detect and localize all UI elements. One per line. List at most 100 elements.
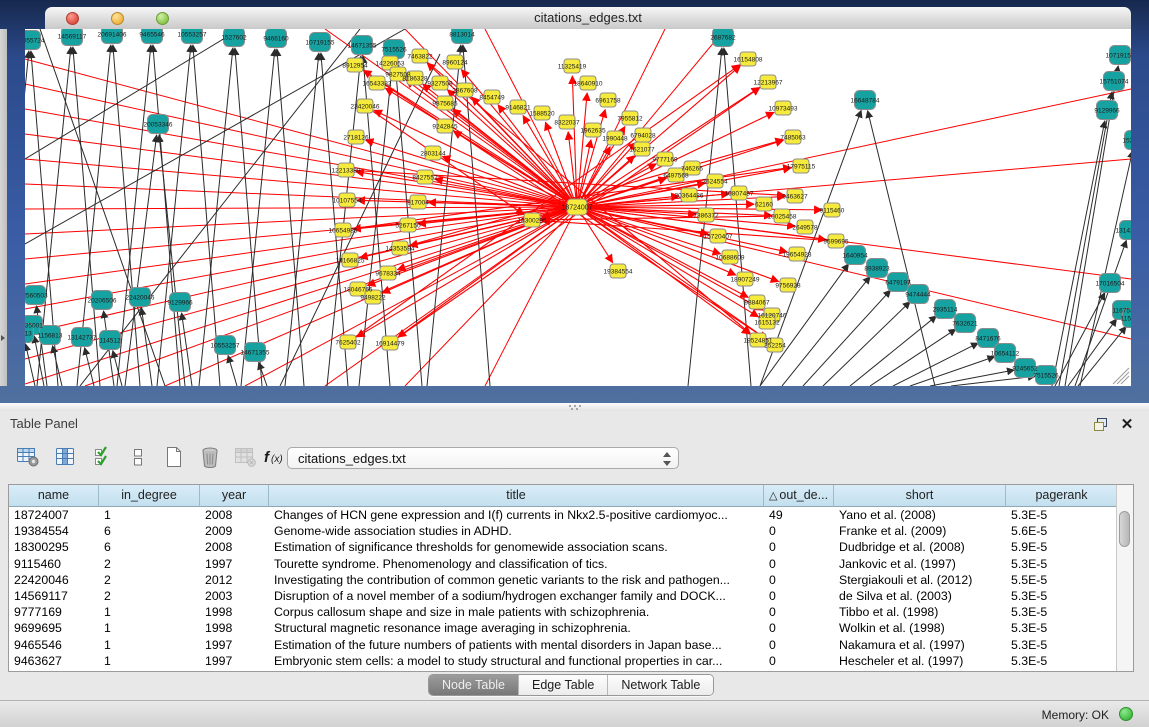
vertical-scrollbar[interactable] bbox=[1116, 485, 1133, 671]
graph-node-label: 2867608 bbox=[452, 87, 478, 94]
table-cell: Hescheler et al. (1997) bbox=[834, 653, 1006, 669]
column-header-name[interactable]: name bbox=[9, 485, 99, 507]
column-header-in_degree[interactable]: in_degree bbox=[99, 485, 200, 507]
network-canvas[interactable]: 1405572414569117206914069465546105532571… bbox=[25, 29, 1131, 386]
new-column-button[interactable] bbox=[160, 444, 188, 474]
tab-node-table[interactable]: Node Table bbox=[429, 675, 519, 695]
table-panel-header: Table Panel ✕ bbox=[0, 411, 1149, 437]
column-header-label: year bbox=[222, 488, 246, 502]
column-header-out_de[interactable]: △out_de... bbox=[764, 485, 834, 507]
disabled-table-icon bbox=[234, 446, 258, 473]
graph-node-label: 10553257 bbox=[178, 31, 207, 38]
column-header-pagerank[interactable]: pagerank bbox=[1006, 485, 1118, 507]
graph-node-label: 8960124 bbox=[442, 59, 468, 66]
table-cell: 9777169 bbox=[9, 604, 99, 620]
graph-node-label: 9474444 bbox=[905, 291, 931, 298]
graph-node-label: 1156813 bbox=[38, 332, 63, 339]
graph-edge bbox=[803, 290, 891, 386]
graph-node-label: 9242845 bbox=[432, 123, 458, 130]
graph-node-label: 9756928 bbox=[775, 282, 801, 289]
delete-table-button[interactable] bbox=[232, 444, 260, 474]
graph-node-label: 7463822 bbox=[407, 53, 433, 60]
graph-edge bbox=[141, 308, 152, 386]
table-mode-button[interactable] bbox=[14, 444, 42, 474]
column-header-short[interactable]: short bbox=[834, 485, 1006, 507]
table-row[interactable]: 1830029562008Estimation of significance … bbox=[9, 539, 1118, 555]
table-row[interactable]: 2242004622012Investigating the contribut… bbox=[9, 572, 1118, 588]
show-columns-button[interactable] bbox=[52, 444, 80, 474]
float-panel-button[interactable] bbox=[1091, 414, 1111, 434]
graph-node-label: 20691406 bbox=[98, 31, 127, 38]
table-cell: 2003 bbox=[200, 588, 269, 604]
graph-node-label: 10973493 bbox=[769, 105, 798, 112]
graph-node-label: 14569117 bbox=[58, 33, 87, 40]
column-header-label: name bbox=[38, 488, 69, 502]
graph-node-label: 14671355 bbox=[348, 42, 377, 49]
table-cell: 0 bbox=[764, 604, 834, 620]
table-row[interactable]: 977716911998Corpus callosum shape and si… bbox=[9, 604, 1118, 620]
table-cell: 0 bbox=[764, 653, 834, 669]
graph-node-label: 16914479 bbox=[376, 340, 405, 347]
table-cell: 2008 bbox=[200, 539, 269, 555]
graph-edge bbox=[823, 302, 910, 386]
table-row[interactable]: 911546021997Tourette syndrome. Phenomeno… bbox=[9, 556, 1118, 572]
splitter-handle-icon[interactable] bbox=[569, 405, 581, 409]
graph-node-label: 18046766 bbox=[344, 286, 373, 293]
table-cell: Tourette syndrome. Phenomenology and cla… bbox=[269, 556, 764, 572]
delete-column-button[interactable] bbox=[196, 444, 224, 474]
table-panel-title: Table Panel bbox=[10, 416, 78, 431]
memory-status-icon[interactable] bbox=[1119, 707, 1133, 721]
horizontal-splitter[interactable] bbox=[0, 403, 1149, 411]
table-cell: 2 bbox=[99, 572, 200, 588]
select-all-columns-button[interactable] bbox=[90, 444, 118, 474]
table-row[interactable]: 946362711997Embryonic stem cells: a mode… bbox=[9, 653, 1118, 669]
graph-node-label: 12213967 bbox=[754, 79, 783, 86]
function-builder-button[interactable]: f(x) bbox=[262, 444, 290, 474]
tab-network-table[interactable]: Network Table bbox=[608, 675, 713, 695]
graph-node-label: 10107554 bbox=[333, 197, 362, 204]
unselect-columns-button[interactable] bbox=[124, 444, 152, 474]
left-panel-splitter[interactable] bbox=[0, 29, 7, 386]
graph-node-label: 18640910 bbox=[574, 80, 603, 87]
graph-node-label: 6497568 bbox=[663, 172, 689, 179]
graph-node-label: 252254 bbox=[764, 342, 786, 349]
tab-edge-table[interactable]: Edge Table bbox=[519, 675, 608, 695]
graph-node-label: 9884067 bbox=[744, 299, 770, 306]
table-cell: 0 bbox=[764, 588, 834, 604]
svg-text:f: f bbox=[264, 449, 271, 466]
table-cell: Estimation of significance thresholds fo… bbox=[269, 539, 764, 555]
table-row[interactable]: 1872400712008Changes of HCN gene express… bbox=[9, 507, 1118, 523]
close-panel-button[interactable]: ✕ bbox=[1117, 414, 1137, 434]
column-header-year[interactable]: year bbox=[200, 485, 269, 507]
table-row[interactable]: 946554611997Estimation of the future num… bbox=[9, 637, 1118, 653]
citation-network-graph[interactable]: 1405572414569117206914069465546105532571… bbox=[25, 29, 1131, 386]
table-row[interactable]: 1938455462009Genome-wide association stu… bbox=[9, 523, 1118, 539]
graph-node-label: 10688609 bbox=[716, 254, 745, 261]
resize-grip-icon[interactable] bbox=[1121, 376, 1129, 384]
column-header-title[interactable]: title bbox=[269, 485, 764, 507]
graph-node-label: 1621077 bbox=[629, 146, 655, 153]
graph-node-label: 7625402 bbox=[335, 339, 361, 346]
graph-node-label: 9129966 bbox=[1094, 107, 1120, 114]
table-cell: 0 bbox=[764, 556, 834, 572]
table-select-dropdown[interactable]: citations_edges.txt bbox=[287, 447, 679, 469]
table-row[interactable]: 1456911722003Disruption of a novel membe… bbox=[9, 588, 1118, 604]
scrollbar-thumb[interactable] bbox=[1119, 511, 1130, 547]
expand-panel-arrow-icon[interactable] bbox=[1, 335, 5, 341]
graph-node-label: 3624554 bbox=[702, 178, 728, 185]
table-type-tabs: Node TableEdge TableNetwork Table bbox=[428, 674, 714, 696]
graph-node-label: 62160 bbox=[755, 201, 773, 208]
table-cell: Corpus callosum shape and size in male p… bbox=[269, 604, 764, 620]
table-gear-icon bbox=[16, 446, 40, 473]
table-cell: de Silva et al. (2003) bbox=[834, 588, 1006, 604]
table-cell: 5.6E-5 bbox=[1006, 523, 1118, 539]
window-titlebar[interactable]: citations_edges.txt bbox=[45, 7, 1131, 30]
resize-grip-icon[interactable] bbox=[1113, 368, 1129, 384]
table-cell: Embryonic stem cells: a model to study s… bbox=[269, 653, 764, 669]
graph-node-label: 8454749 bbox=[479, 94, 505, 101]
graph-node-label: 2560503 bbox=[25, 292, 48, 299]
graph-node-label: 1156813 bbox=[1121, 315, 1131, 322]
table-row[interactable]: 969969511998Structural magnetic resonanc… bbox=[9, 620, 1118, 636]
table-cell: Estimation of the future numbers of pati… bbox=[269, 637, 764, 653]
graph-node-label: 10654112 bbox=[991, 350, 1020, 357]
